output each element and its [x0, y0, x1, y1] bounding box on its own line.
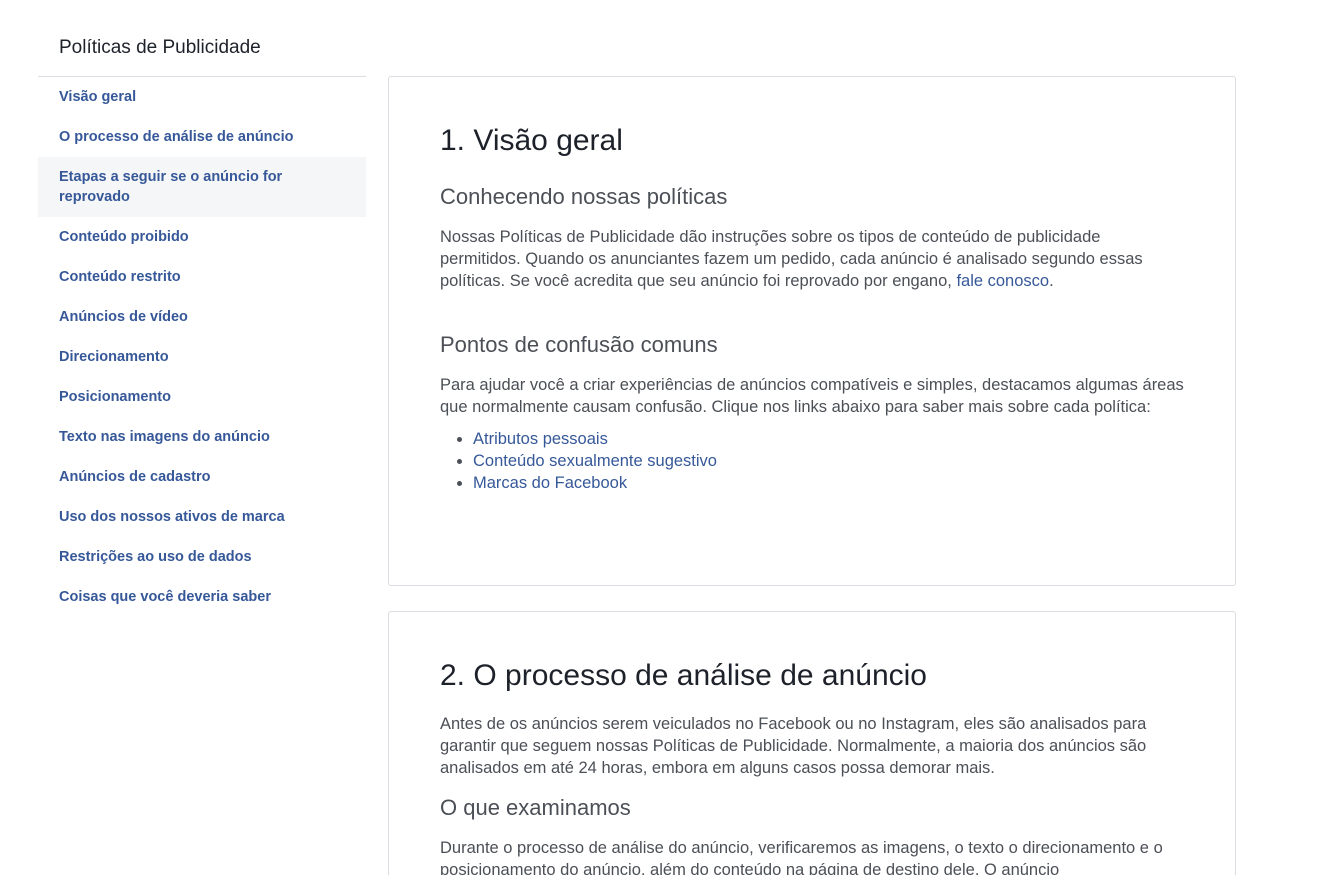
- sidebar-item-conteudo-restrito[interactable]: Conteúdo restrito: [38, 257, 366, 297]
- link-conteudo-sexual[interactable]: Conteúdo sexualmente sugestivo: [473, 452, 717, 470]
- sidebar-item-etapas-reprovado[interactable]: Etapas a seguir se o anúncio for reprova…: [38, 157, 366, 217]
- section-review-process-card: 2. O processo de análise de anúncio Ante…: [388, 611, 1236, 875]
- list-item: Conteúdo sexualmente sugestivo: [473, 450, 1184, 472]
- sidebar-item-anuncios-cadastro[interactable]: Anúncios de cadastro: [38, 457, 366, 497]
- link-atributos-pessoais[interactable]: Atributos pessoais: [473, 430, 608, 448]
- section-1-heading: 1. Visão geral: [440, 124, 623, 157]
- link-marcas-facebook[interactable]: Marcas do Facebook: [473, 474, 627, 492]
- page: Políticas de Publicidade Visão geral O p…: [0, 0, 1334, 875]
- sidebar-title: Políticas de Publicidade: [38, 0, 366, 77]
- sidebar-item-conteudo-proibido[interactable]: Conteúdo proibido: [38, 217, 366, 257]
- confusion-links-list: Atributos pessoais Conteúdo sexualmente …: [440, 428, 1184, 494]
- section-2-subheading-what-we-review: O que examinamos: [440, 795, 631, 820]
- sidebar-item-anuncios-video[interactable]: Anúncios de vídeo: [38, 297, 366, 337]
- sidebar-item-coisas-saber[interactable]: Coisas que você deveria saber: [38, 577, 366, 617]
- sidebar-item-ativos-marca[interactable]: Uso dos nossos ativos de marca: [38, 497, 366, 537]
- section-1-paragraph-end: .: [1049, 272, 1054, 290]
- sidebar-item-restricoes-dados[interactable]: Restrições ao uso de dados: [38, 537, 366, 577]
- contact-us-link[interactable]: fale conosco: [956, 272, 1049, 290]
- section-1-paragraph-policies: Nossas Políticas de Publicidade dão inst…: [440, 226, 1184, 292]
- sidebar-item-direcionamento[interactable]: Direcionamento: [38, 337, 366, 377]
- sidebar-nav: Políticas de Publicidade Visão geral O p…: [38, 0, 366, 617]
- section-2-paragraph-intro: Antes de os anúncios serem veiculados no…: [440, 715, 1147, 777]
- sidebar-item-texto-imagens[interactable]: Texto nas imagens do anúncio: [38, 417, 366, 457]
- section-1-subheading-policies: Conhecendo nossas políticas: [440, 184, 728, 209]
- sidebar-item-posicionamento[interactable]: Posicionamento: [38, 377, 366, 417]
- section-1-subheading-confusion: Pontos de confusão comuns: [440, 332, 718, 357]
- sidebar-item-processo-analise[interactable]: O processo de análise de anúncio: [38, 117, 366, 157]
- sidebar-item-visao-geral[interactable]: Visão geral: [38, 77, 366, 117]
- section-1-paragraph-confusion: Para ajudar você a criar experiências de…: [440, 376, 1184, 416]
- section-2-paragraph-review: Durante o processo de análise do anúncio…: [440, 839, 1163, 875]
- section-overview-card: 1. Visão geral Conhecendo nossas polític…: [388, 76, 1236, 586]
- list-item: Marcas do Facebook: [473, 472, 1184, 494]
- list-item: Atributos pessoais: [473, 428, 1184, 450]
- nav-items: Visão geral O processo de análise de anú…: [38, 77, 366, 617]
- section-2-heading: 2. O processo de análise de anúncio: [440, 659, 927, 692]
